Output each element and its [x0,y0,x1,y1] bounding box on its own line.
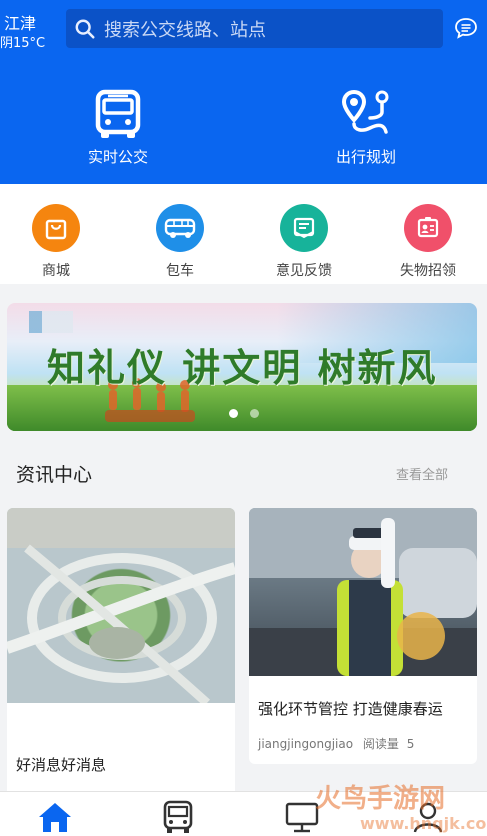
message-icon[interactable] [454,17,478,39]
bus-icon [156,204,204,252]
watermark-url: www.hnqjk.com [360,814,487,833]
trip-plan-button[interactable]: 出行规划 [324,88,408,167]
tab-bus[interactable] [160,800,196,834]
news-section-title: 资讯中心 [16,464,93,486]
route-pin-icon [341,89,389,134]
quick-item-label: 商城 [42,263,70,279]
feedback-mail-icon [280,204,328,252]
news-meta: jiangjingongjiao 阅读量 5 [258,735,414,752]
quick-item-mall[interactable]: 商城 [16,204,96,280]
realtime-bus-label: 实时公交 [87,148,148,166]
news-author: jiangjingongjiao [258,737,354,751]
bus-front-icon [95,89,141,138]
read-count-value: 5 [406,737,415,751]
quick-item-charter[interactable]: 包车 [140,204,220,280]
id-card-icon [404,204,452,252]
quick-item-feedback[interactable]: 意见反馈 [264,204,344,280]
news-item-title: 好消息好消息 [16,756,107,774]
traffic-police-illustration [249,508,477,676]
quick-actions: 商城 包车 意见反馈 失物招领 [0,184,487,284]
bus-icon [163,800,193,833]
carousel-dot[interactable] [250,409,259,418]
interchange-illustration [7,508,235,707]
search-icon [75,19,95,39]
home-icon [39,803,71,832]
news-image-traffic-police [249,508,477,676]
banner-decoration [29,311,73,333]
news-header: 资讯中心 查看全部 [0,444,487,494]
city-name[interactable]: 江津 [4,10,36,34]
news-image-interchange [7,508,235,707]
search-bar[interactable]: 搜索公交线路、站点 [66,9,443,48]
carousel-dots [229,409,259,418]
news-card[interactable]: 强化环节管控 打造健康春运 jiangjingongjiao 阅读量 5 [249,508,477,764]
read-count-label: 阅读量 [362,737,399,751]
carousel-dot-active[interactable] [229,409,238,418]
banner-slogan: 知礼仪 讲文明 树新风 [47,345,438,390]
news-card[interactable]: 好消息好消息 [7,508,235,798]
quick-item-label: 失物招领 [400,263,456,279]
news-item-title: 强化环节管控 打造健康春运 [258,700,443,718]
search-placeholder: 搜索公交线路、站点 [104,19,266,41]
promo-banner[interactable]: 知礼仪 讲文明 树新风 [7,303,477,431]
quick-item-label: 包车 [166,263,194,279]
quick-item-lost-found[interactable]: 失物招领 [388,204,468,280]
view-all-link[interactable]: 查看全部 [396,464,448,483]
realtime-bus-button[interactable]: 实时公交 [76,88,160,167]
trip-plan-label: 出行规划 [335,148,396,166]
top-header: 江津 阴15°C 搜索公交线路、站点 实时公交 出行规划 [0,0,487,184]
tab-home[interactable] [37,800,73,834]
shopping-bag-icon [32,204,80,252]
quick-item-label: 意见反馈 [276,263,332,279]
watermark-logo-text: 火鸟手游网 [315,784,446,814]
weather-text: 阴15°C [0,36,46,51]
